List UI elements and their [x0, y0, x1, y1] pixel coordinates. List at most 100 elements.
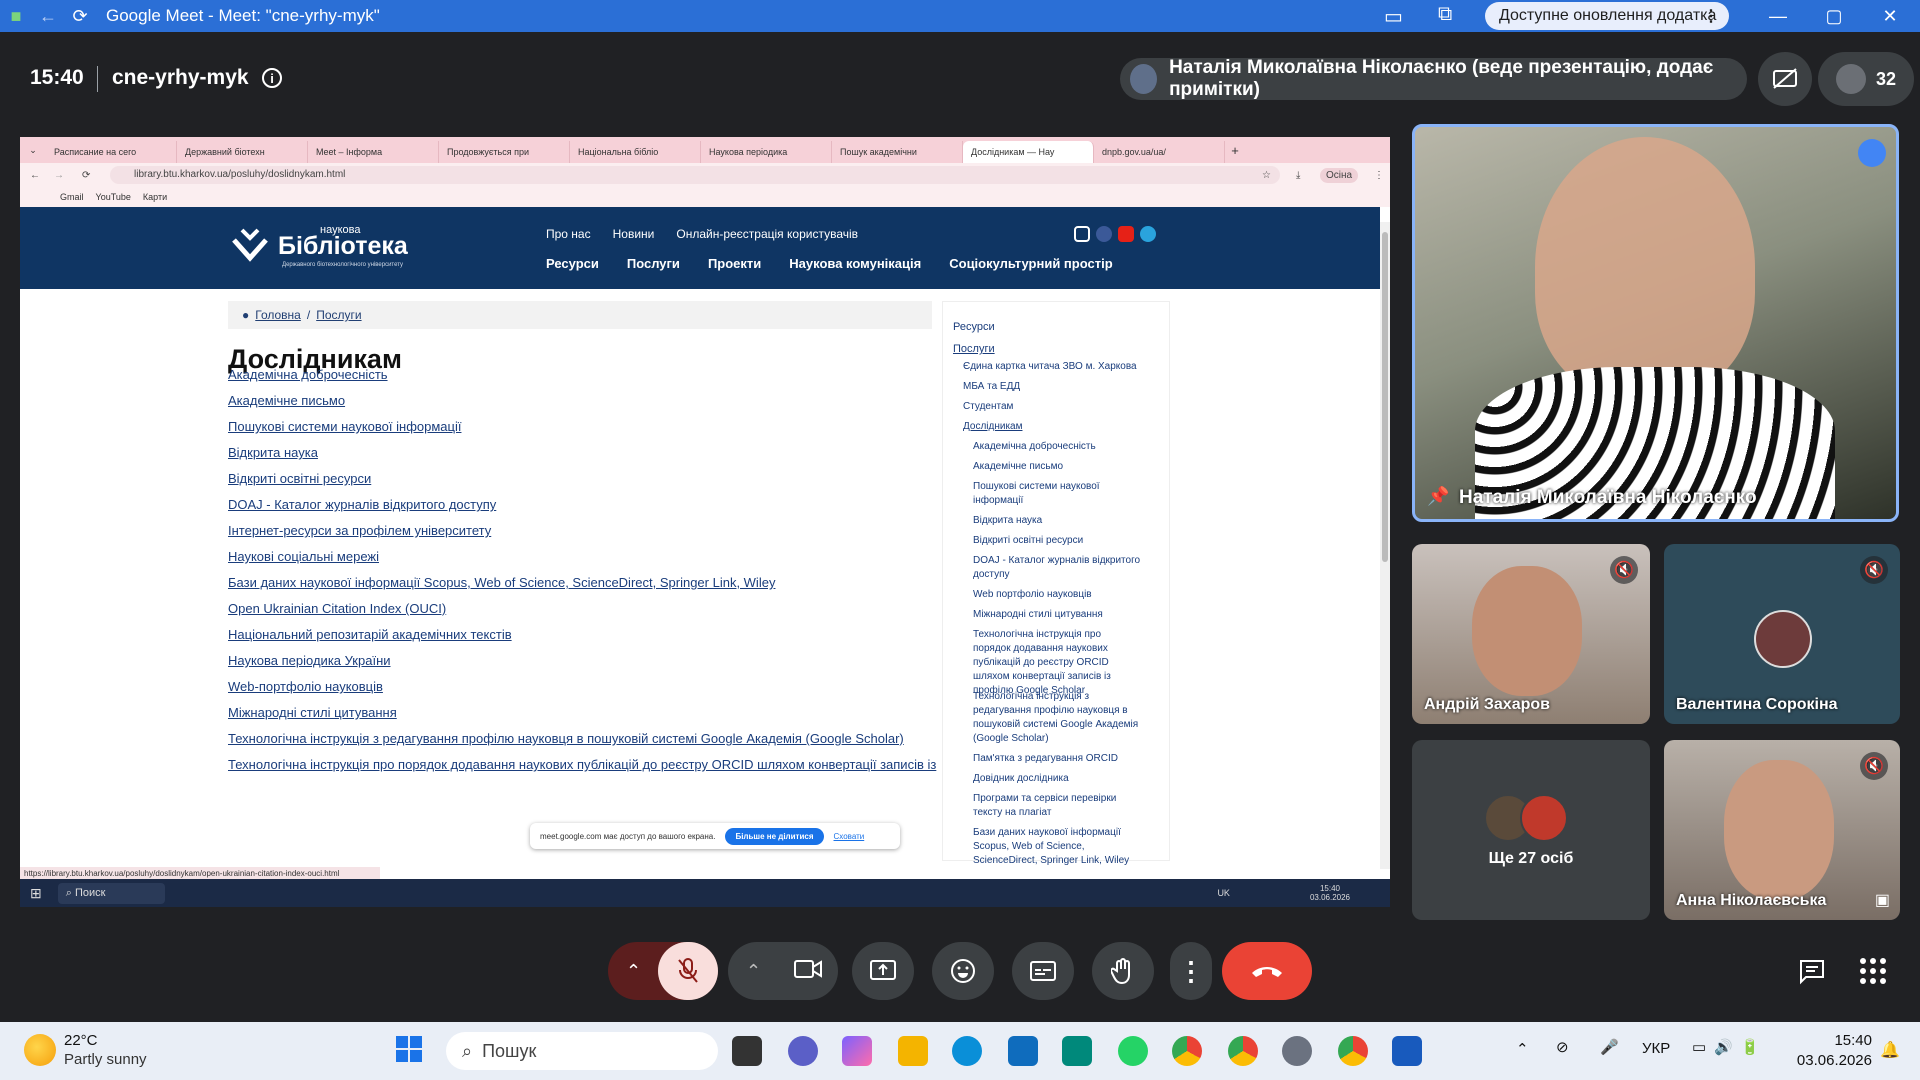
sidebar-link[interactable]: Відкриті освітні ресурси [973, 534, 1141, 548]
close-button[interactable]: ✕ [1862, 0, 1918, 32]
teams-icon[interactable] [788, 1036, 818, 1066]
researcher-link[interactable]: Бази даних наукової інформації Scopus, W… [228, 575, 775, 590]
sidebar-link[interactable]: Програми та сервіси перевірки тексту на … [973, 792, 1141, 820]
facebook-icon[interactable] [1096, 226, 1112, 242]
page-scrollbar-thumb[interactable] [1382, 232, 1388, 562]
sidebar-link[interactable]: Бази даних наукової інформації Scopus, W… [973, 826, 1141, 868]
researcher-link[interactable]: Національний репозитарій академічних тек… [228, 627, 512, 642]
participants-button[interactable]: 32 [1818, 52, 1914, 106]
activities-icon[interactable] [1860, 958, 1886, 984]
reload-icon[interactable]: ⟳ [82, 170, 90, 181]
more-vert-icon[interactable]: ⋮ [1703, 6, 1719, 26]
sidebar-link[interactable]: Академічне письмо [973, 460, 1141, 474]
logo-title[interactable]: Бібліотека [278, 232, 408, 261]
emoji-button[interactable] [932, 942, 994, 1000]
extension-icon[interactable]: ⧉ [1438, 3, 1452, 26]
sidebar-link[interactable]: Академічна доброчесність [973, 440, 1141, 454]
meet-app-icon[interactable] [1062, 1036, 1092, 1066]
store-icon[interactable] [1008, 1036, 1038, 1066]
new-tab-icon[interactable]: + [1225, 143, 1245, 158]
instagram-icon[interactable] [1074, 226, 1090, 242]
whatsapp-icon[interactable] [1118, 1036, 1148, 1066]
nav-registration[interactable]: Онлайн-реєстрація користувачів [676, 227, 858, 241]
nav-news[interactable]: Новини [613, 227, 655, 241]
camera-options-icon[interactable]: ⌃ [746, 961, 761, 982]
word-icon[interactable] [1392, 1036, 1422, 1066]
info-icon[interactable]: i [262, 68, 282, 88]
nav-science-comm[interactable]: Наукова комунікація [789, 256, 921, 271]
participant-tile[interactable]: 🔇 Анна Ніколаєвська ▣ [1664, 740, 1900, 920]
chrome-profile-icon[interactable] [1228, 1036, 1258, 1066]
forward-icon[interactable]: → [54, 170, 64, 181]
browser-tab[interactable]: Расписание на сего [46, 141, 177, 163]
leave-call-button[interactable] [1222, 942, 1312, 1000]
browser-tab[interactable]: Національна бібліо [570, 141, 701, 163]
nav-services[interactable]: Послуги [627, 256, 680, 271]
sidebar-link[interactable]: Дослідникам [963, 420, 1153, 434]
sidebar-link[interactable]: Технологічна інструкція про порядок дода… [973, 628, 1141, 698]
bookmark-youtube[interactable]: YouTube [96, 192, 131, 202]
nav-projects[interactable]: Проекти [708, 256, 761, 271]
researcher-link[interactable]: Технологічна інструкція про порядок дода… [228, 757, 936, 772]
breadcrumb-home[interactable]: Головна [255, 308, 301, 322]
sidebar-link[interactable]: МБА та ЕДД [963, 380, 1153, 394]
camera-icon[interactable] [794, 959, 822, 984]
language-indicator[interactable]: УКР [1642, 1040, 1670, 1057]
researcher-link[interactable]: Міжнародні стилі цитування [228, 705, 397, 720]
start-icon[interactable]: ⊞ [30, 885, 42, 902]
reload-icon[interactable]: ⟳ [64, 0, 96, 32]
breadcrumb-services[interactable]: Послуги [316, 308, 361, 322]
picture-in-picture-icon[interactable]: ▣ [1875, 890, 1890, 910]
researcher-link[interactable]: Академічне письмо [228, 393, 345, 408]
researcher-link[interactable]: Академічна доброчесність [228, 367, 388, 382]
tab-search-icon[interactable]: ⌄ [20, 145, 46, 156]
researcher-link[interactable]: Наукова періодика України [228, 653, 391, 668]
sidebar-link[interactable]: Технологічна інструкція з редагування пр… [973, 690, 1141, 746]
mic-options-icon[interactable]: ⌃ [626, 961, 641, 982]
url-field[interactable]: library.btu.kharkov.ua/posluhy/doslidnyk… [110, 166, 1280, 184]
stop-sharing-button[interactable]: Більше не ділитися [725, 827, 824, 845]
browser-tab[interactable]: Meet – Інформа [308, 141, 439, 163]
nav-sociocultural[interactable]: Соціокультурний простір [949, 256, 1112, 271]
youtube-icon[interactable] [1118, 226, 1134, 242]
minimize-button[interactable]: — [1750, 0, 1806, 32]
researcher-link[interactable]: Технологічна інструкція з редагування пр… [228, 731, 904, 746]
main-speaker-tile[interactable]: Наталія Миколаївна Ніколаєнко 📌 [1412, 124, 1899, 522]
menu-icon[interactable]: ⋮ [1374, 170, 1384, 181]
edge-icon[interactable] [952, 1036, 982, 1066]
presenter-indicator[interactable]: Наталія Миколаївна Ніколаєнко (веде през… [1120, 57, 1747, 100]
researcher-link[interactable]: DOAJ - Каталог журналів відкритого досту… [228, 497, 496, 512]
profile-chip[interactable]: Осіна [1320, 167, 1359, 183]
sync-off-icon[interactable]: ⊘ [1556, 1038, 1569, 1056]
researcher-link[interactable]: Відкриті освітні ресурси [228, 471, 371, 486]
stop-presenting-icon[interactable] [1758, 52, 1812, 106]
browser-tab[interactable]: Пошук академічни [832, 141, 963, 163]
back-icon[interactable]: ← [30, 170, 40, 181]
sidebar-link[interactable]: Відкрита наука [973, 514, 1141, 528]
mic-icon[interactable]: 🎤 [1600, 1038, 1619, 1056]
task-view-icon[interactable] [732, 1036, 762, 1066]
maximize-button[interactable]: ▢ [1806, 0, 1862, 32]
back-arrow-icon[interactable]: ← [32, 0, 64, 32]
browser-tab[interactable]: Наукова періодика [701, 141, 832, 163]
camera-icon[interactable]: ▭ [1384, 4, 1403, 29]
star-icon[interactable]: ☆ [1262, 170, 1271, 181]
start-icon[interactable] [396, 1036, 422, 1062]
researcher-link[interactable]: Відкрита наука [228, 445, 318, 460]
copilot-icon[interactable] [842, 1036, 872, 1066]
participant-tile[interactable]: 🔇 Валентина Сорокіна [1664, 544, 1900, 724]
nav-resources[interactable]: Ресурси [546, 256, 599, 271]
sidebar-link[interactable]: Пошукові системи наукової інформації [973, 480, 1141, 508]
browser-tab[interactable]: Державний біотехн [177, 141, 308, 163]
weather-icon[interactable] [24, 1034, 56, 1066]
chrome-icon[interactable] [1172, 1036, 1202, 1066]
researcher-link[interactable]: Web-портфоліо науковців [228, 679, 383, 694]
nav-about[interactable]: Про нас [546, 227, 591, 241]
sidebar-link[interactable]: Єдина картка читача ЗВО м. Харкова [963, 360, 1153, 374]
file-explorer-icon[interactable] [898, 1036, 928, 1066]
network-volume-battery-icons[interactable]: ▭🔊🔋 [1692, 1038, 1768, 1056]
browser-tab[interactable]: dnpb.gov.ua/ua/ [1094, 141, 1225, 163]
sidebar-link[interactable]: Довідник дослідника [973, 772, 1141, 786]
pin-icon[interactable]: 📌 [1427, 486, 1449, 507]
researcher-link[interactable]: Інтернет-ресурси за профілем університет… [228, 523, 491, 538]
